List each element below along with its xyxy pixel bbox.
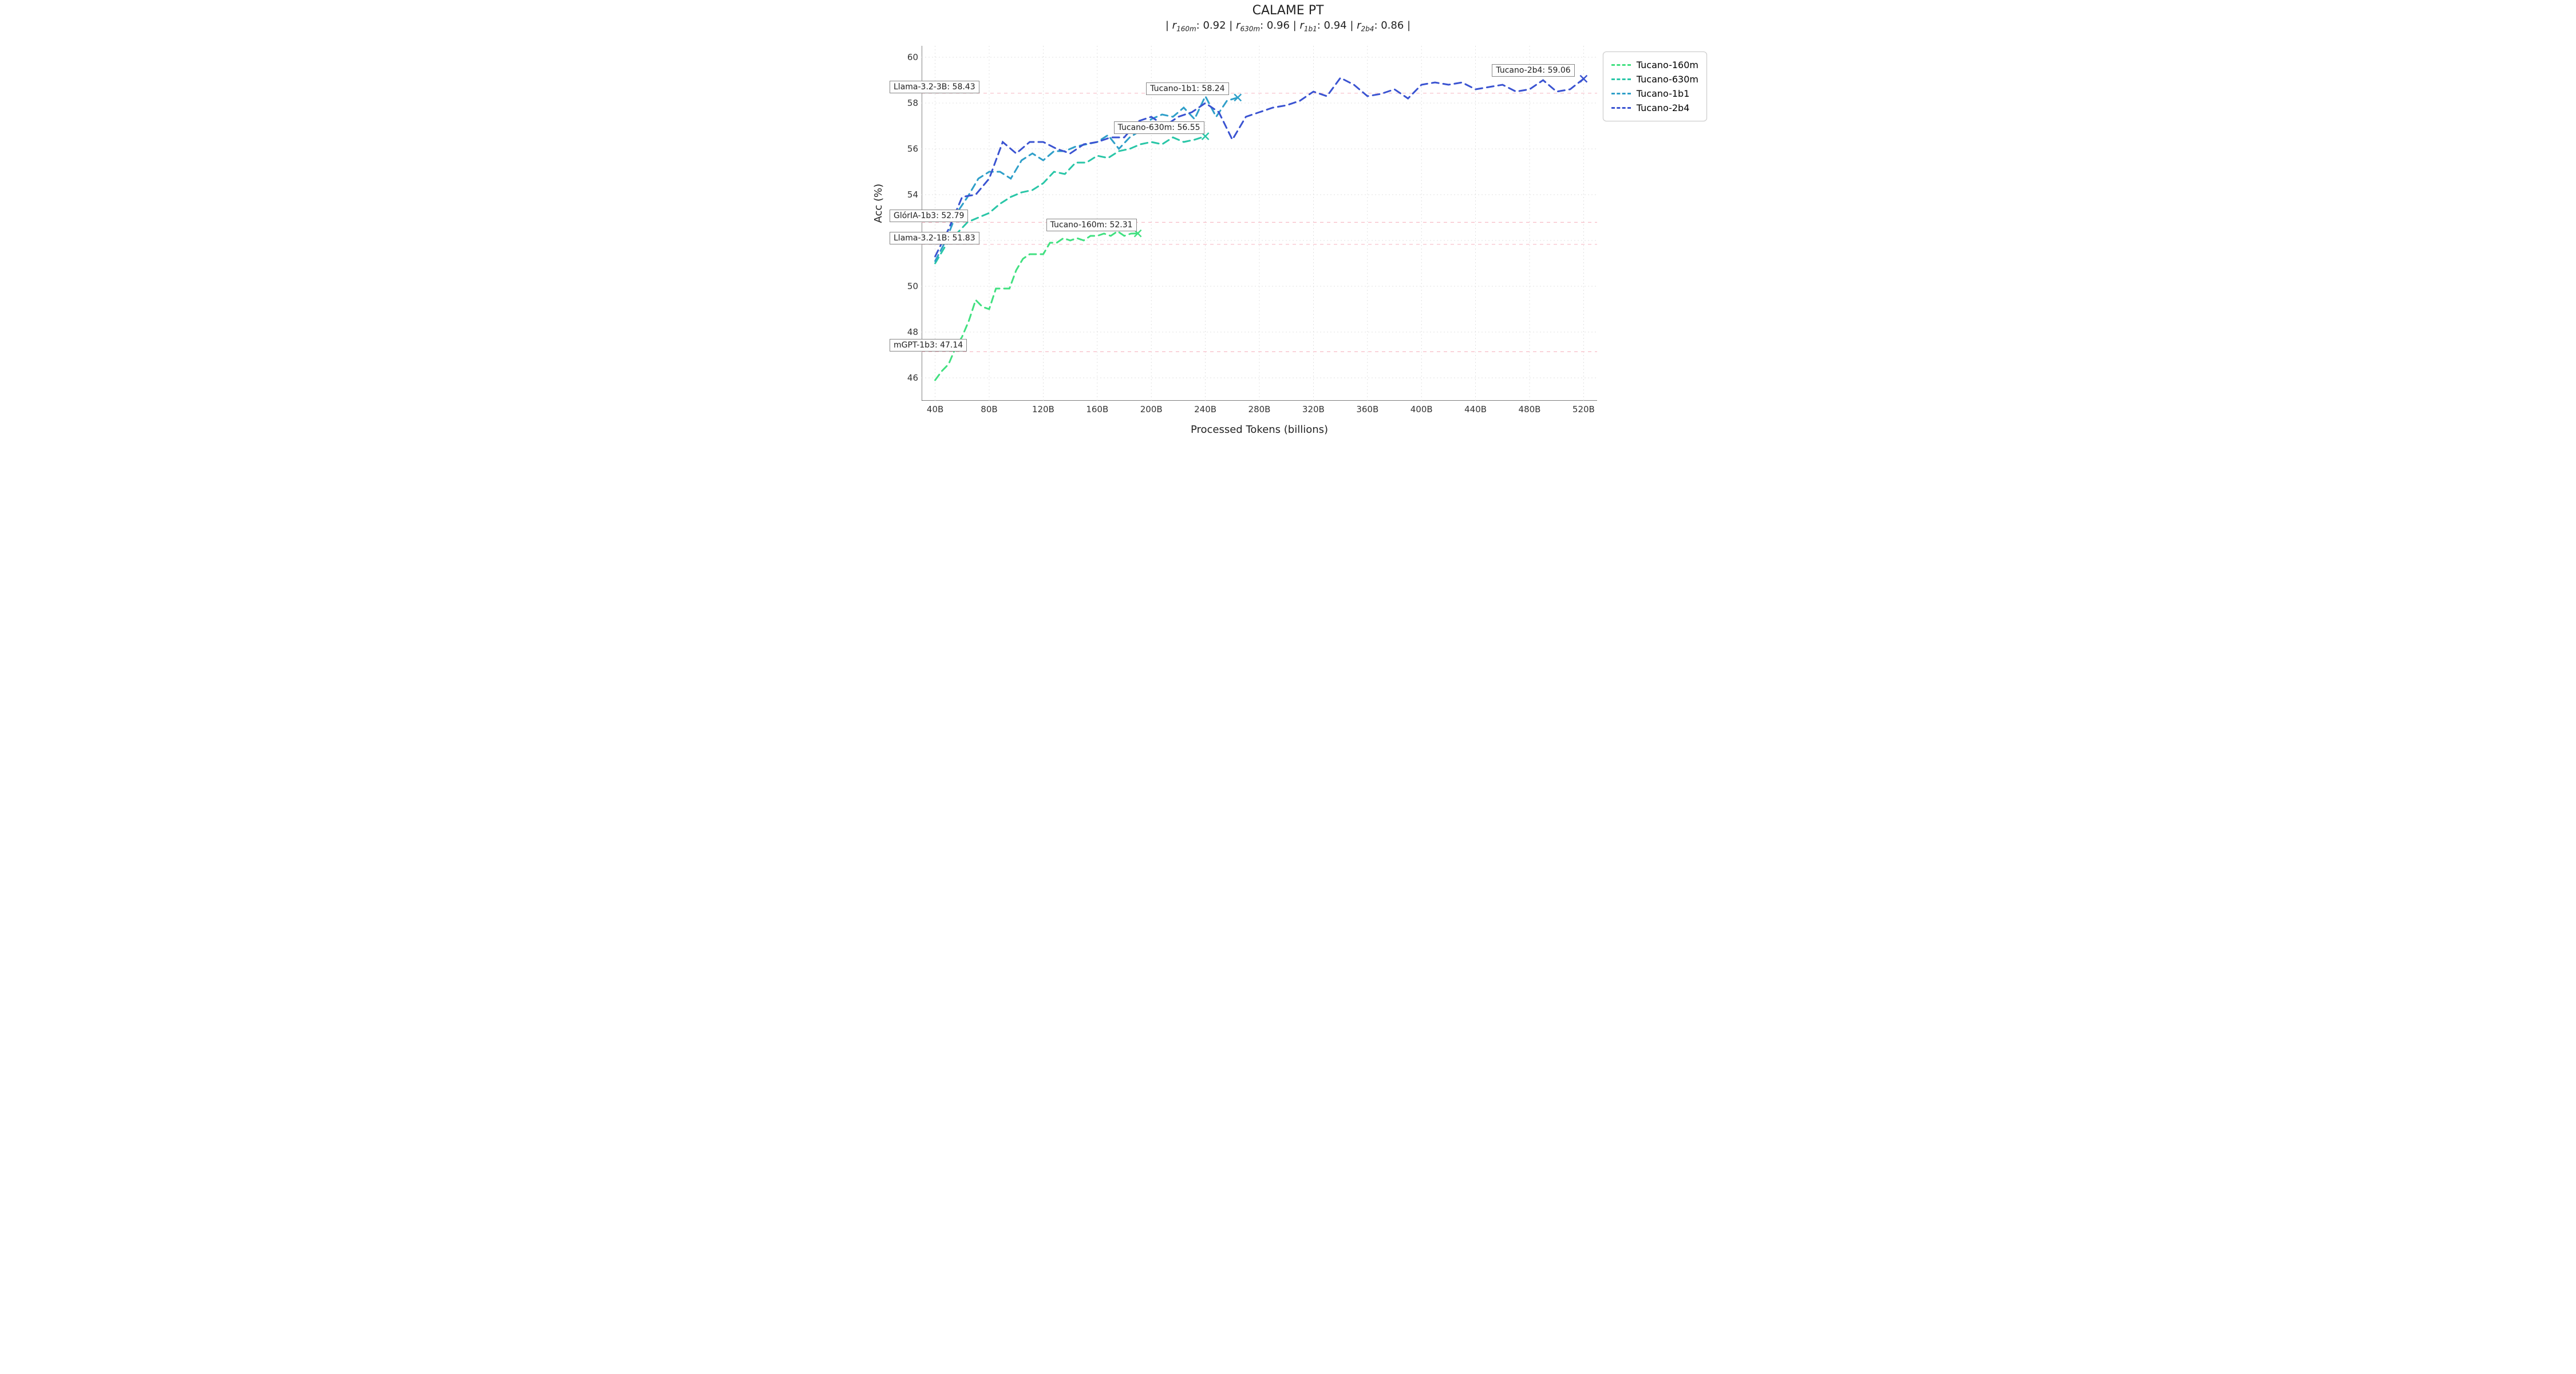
plot-area [922, 46, 1597, 401]
x-tick-label: 240B [1194, 404, 1216, 414]
legend-swatch [1611, 78, 1631, 80]
legend-item: Tucano-1b1 [1611, 86, 1698, 101]
x-tick-label: 160B [1086, 404, 1108, 414]
series-end-label: Tucano-2b4: 59.06 [1492, 64, 1574, 77]
legend-swatch [1611, 93, 1631, 94]
x-axis-label: Processed Tokens (billions) [922, 424, 1597, 436]
x-tick-label: 440B [1464, 404, 1487, 414]
reference-line-label: GlórIA-1b3: 52.79 [890, 210, 968, 222]
legend-swatch [1611, 64, 1631, 66]
chart-subtitle: | r160m: 0.92 | r630m: 0.96 | r1b1: 0.94… [859, 19, 1717, 33]
x-tick-label: 320B [1302, 404, 1325, 414]
series-end-label: Tucano-630m: 56.55 [1114, 121, 1204, 134]
y-tick-label: 58 [884, 98, 918, 108]
x-tick-label: 200B [1140, 404, 1163, 414]
legend-label: Tucano-1b1 [1637, 88, 1690, 99]
x-tick-label: 360B [1356, 404, 1378, 414]
chart-title: CALAME PT [859, 3, 1717, 18]
y-tick-label: 60 [884, 52, 918, 62]
y-tick-label: 56 [884, 144, 918, 154]
reference-line-label: mGPT-1b3: 47.14 [890, 339, 967, 352]
legend-label: Tucano-2b4 [1637, 102, 1690, 113]
chart-container: CALAME PT | r160m: 0.92 | r630m: 0.96 | … [859, 0, 1717, 458]
legend-item: Tucano-630m [1611, 72, 1698, 86]
x-tick-label: 480B [1519, 404, 1541, 414]
series-end-label: Tucano-160m: 52.31 [1046, 219, 1137, 231]
legend-item: Tucano-160m [1611, 58, 1698, 72]
legend: Tucano-160m Tucano-630m Tucano-1b1 Tucano-2… [1603, 52, 1707, 121]
x-tick-label: 80B [981, 404, 997, 414]
x-tick-label: 120B [1032, 404, 1054, 414]
legend-item: Tucano-2b4 [1611, 101, 1698, 115]
y-axis-label: Acc (%) [872, 184, 884, 223]
legend-label: Tucano-160m [1637, 60, 1698, 70]
x-tick-label: 520B [1573, 404, 1595, 414]
y-tick-label: 46 [884, 373, 918, 383]
reference-line-label: Llama-3.2-3B: 58.43 [890, 81, 979, 93]
legend-label: Tucano-630m [1637, 74, 1698, 85]
x-tick-label: 280B [1249, 404, 1271, 414]
y-tick-label: 54 [884, 189, 918, 200]
x-tick-label: 40B [927, 404, 943, 414]
reference-line-label: Llama-3.2-1B: 51.83 [890, 232, 979, 244]
x-tick-label: 400B [1411, 404, 1433, 414]
legend-swatch [1611, 107, 1631, 109]
y-tick-label: 48 [884, 327, 918, 337]
y-tick-label: 50 [884, 281, 918, 291]
series-end-label: Tucano-1b1: 58.24 [1146, 82, 1228, 95]
